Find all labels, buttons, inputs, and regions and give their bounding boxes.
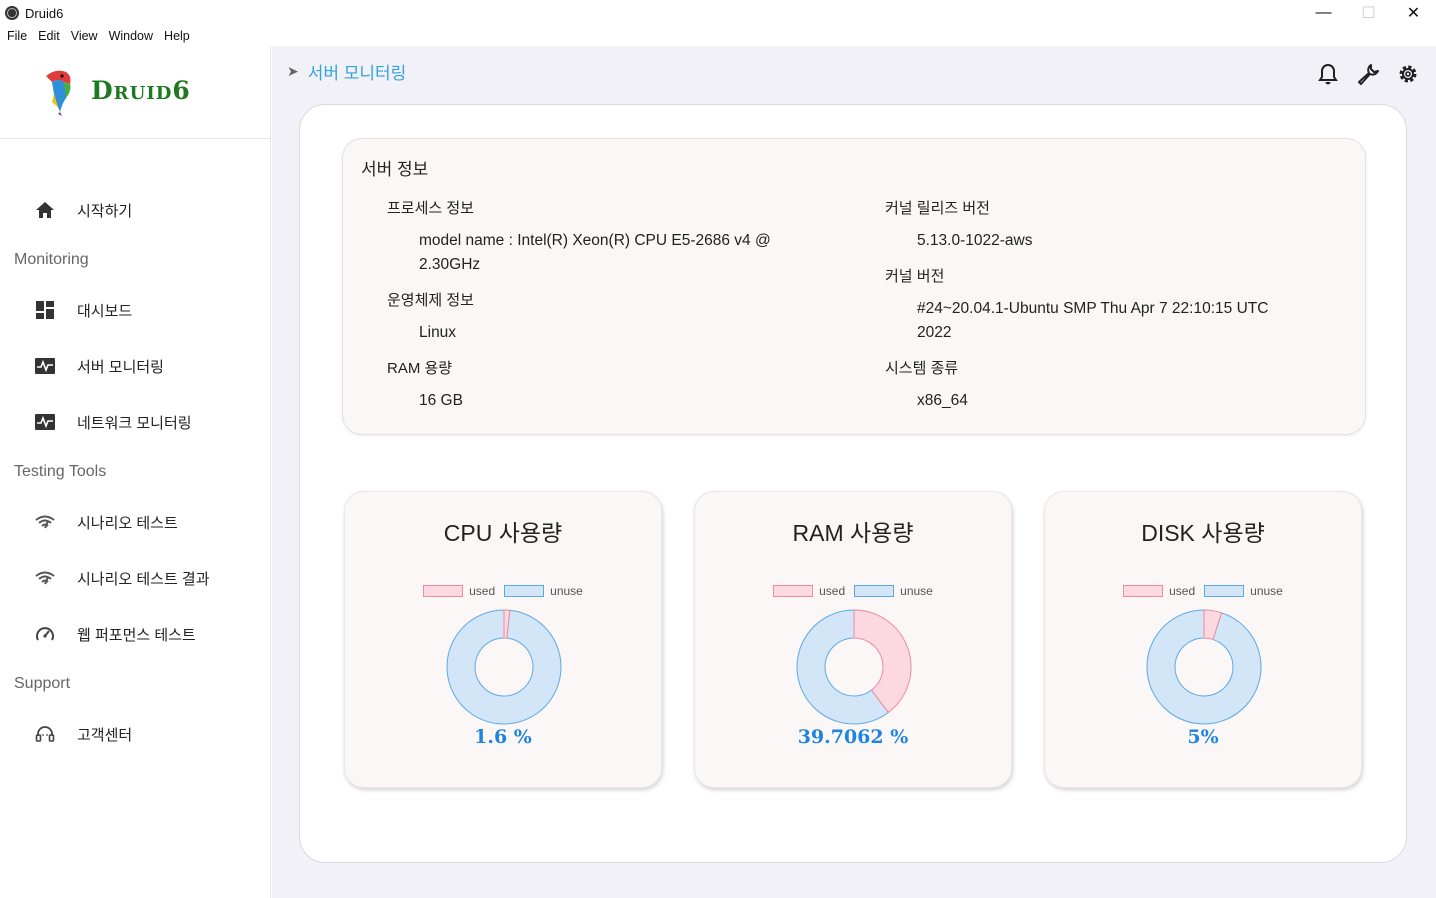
logo-text: Druid6 xyxy=(91,76,191,105)
breadcrumb: ➤ 서버 모니터링 xyxy=(287,59,406,84)
kernel-version-value-line1: #24~20.04.1-Ubuntu SMP Thu Apr 7 22:10:1… xyxy=(917,300,1269,317)
ram-capacity-label: RAM 용량 xyxy=(387,360,453,377)
sidebar-item-label: 시작하기 xyxy=(77,202,133,220)
legend-unuse-label: unuse xyxy=(900,584,933,598)
legend-unuse-label: unuse xyxy=(1250,584,1283,598)
server-info-title: 서버 정보 xyxy=(361,160,429,179)
menu-window[interactable]: Window xyxy=(109,29,153,43)
sidebar-item-scenario-result[interactable]: 시나리오 테스트 결과 xyxy=(0,558,270,598)
system-type-label: 시스템 종류 xyxy=(885,360,959,377)
disk-donut-chart xyxy=(1146,609,1262,725)
legend-unuse-swatch[interactable] xyxy=(854,585,895,597)
kernel-release-label: 커널 릴리즈 버전 xyxy=(885,200,990,217)
ram-donut-chart xyxy=(796,609,912,725)
wifi-icon xyxy=(34,567,56,589)
kernel-release-value: 5.13.0-1022-aws xyxy=(917,232,1033,249)
chart-legend: used unuse xyxy=(345,584,661,598)
gauge-title: CPU 사용량 xyxy=(443,520,563,546)
sidebar-item-label: 고객센터 xyxy=(77,726,133,744)
home-icon xyxy=(34,199,56,221)
sidebar: Druid6 시작하기 Monitoring 대시보드 서버 모니터링 네트워크… xyxy=(0,46,271,898)
menu-view[interactable]: View xyxy=(71,29,98,43)
process-info-value-line2: 2.30GHz xyxy=(419,256,481,273)
cpu-donut-chart xyxy=(446,609,562,725)
window-title: Druid6 xyxy=(25,5,64,21)
process-info-value-line1: model name : Intel(R) Xeon(R) CPU E5-268… xyxy=(419,232,771,249)
legend-unuse-swatch[interactable] xyxy=(1204,585,1245,597)
system-type-value: x86_64 xyxy=(917,392,968,409)
gauge-value: 39.7062 % xyxy=(797,726,909,748)
section-support: Support xyxy=(14,675,71,692)
gauge-value: 5% xyxy=(1187,726,1219,748)
app-icon xyxy=(5,6,19,20)
sidebar-item-dashboard[interactable]: 대시보드 xyxy=(0,290,270,330)
header-toolbar xyxy=(1316,62,1420,86)
sidebar-item-start[interactable]: 시작하기 xyxy=(0,190,270,230)
sidebar-item-label: 시나리오 테스트 xyxy=(77,514,178,532)
logo[interactable]: Druid6 xyxy=(0,46,270,139)
legend-used-swatch[interactable] xyxy=(423,585,464,597)
sidebar-item-customer-center[interactable]: 고객센터 xyxy=(0,714,270,754)
legend-used-label: used xyxy=(1169,584,1196,598)
gauge-title: DISK 사용량 xyxy=(1141,520,1265,546)
server-info-card: 서버 정보 프로세스 정보 model name : Intel(R) Xeon… xyxy=(342,138,1366,435)
sidebar-item-label: 대시보드 xyxy=(77,302,133,320)
pulse-icon xyxy=(34,411,56,433)
gear-icon[interactable] xyxy=(1396,62,1420,86)
menu-help[interactable]: Help xyxy=(164,29,190,43)
disk-usage-card: DISK 사용량 used unuse 5% xyxy=(1044,491,1362,788)
legend-used-label: used xyxy=(469,584,496,598)
os-info-value: Linux xyxy=(419,324,457,341)
ram-usage-card: RAM 사용량 used unuse 39.7062 % xyxy=(694,491,1012,788)
headset-icon xyxy=(34,723,56,745)
legend-used-swatch[interactable] xyxy=(773,585,814,597)
minimize-button[interactable]: — xyxy=(1301,0,1346,26)
parrot-logo-icon xyxy=(46,70,71,116)
breadcrumb-label: 서버 모니터링 xyxy=(307,64,407,83)
sidebar-item-label: 네트워크 모니터링 xyxy=(77,414,192,432)
pulse-icon xyxy=(34,355,56,377)
menu-edit[interactable]: Edit xyxy=(38,29,60,43)
wrench-icon[interactable] xyxy=(1356,62,1380,86)
bell-icon[interactable] xyxy=(1316,62,1340,86)
cpu-usage-card: CPU 사용량 used unuse 1.6 % xyxy=(344,491,662,788)
sidebar-item-web-performance[interactable]: 웹 퍼포먼스 테스트 xyxy=(0,614,270,654)
legend-used-label: used xyxy=(819,584,846,598)
title-bar: Druid6 — ☐ ✕ xyxy=(0,0,1436,26)
sidebar-item-label: 시나리오 테스트 결과 xyxy=(77,570,210,588)
section-monitoring: Monitoring xyxy=(14,251,89,268)
chart-legend: used unuse xyxy=(695,584,1011,598)
kernel-version-label: 커널 버전 xyxy=(885,268,945,285)
os-info-label: 운영체제 정보 xyxy=(387,292,474,309)
kernel-version-value-line2: 2022 xyxy=(917,324,952,341)
sidebar-item-server-monitoring[interactable]: 서버 모니터링 xyxy=(0,346,270,386)
legend-used-swatch[interactable] xyxy=(1123,585,1164,597)
wifi-icon xyxy=(34,511,56,533)
process-info-label: 프로세스 정보 xyxy=(387,200,474,217)
speedometer-icon xyxy=(34,623,56,645)
legend-unuse-swatch[interactable] xyxy=(504,585,545,597)
ram-capacity-value: 16 GB xyxy=(419,392,463,409)
content-panel: 서버 정보 프로세스 정보 model name : Intel(R) Xeon… xyxy=(299,104,1407,863)
section-testing-tools: Testing Tools xyxy=(14,463,107,480)
sidebar-item-label: 서버 모니터링 xyxy=(77,358,164,376)
sidebar-item-label: 웹 퍼포먼스 테스트 xyxy=(77,626,196,644)
chart-legend: used unuse xyxy=(1045,584,1361,598)
menu-bar: File Edit View Window Help xyxy=(0,26,194,46)
legend-unuse-label: unuse xyxy=(550,584,583,598)
gauge-title: RAM 사용량 xyxy=(792,520,914,546)
menu-file[interactable]: File xyxy=(7,29,27,43)
send-arrow-icon: ➤ xyxy=(287,63,299,79)
close-button[interactable]: ✕ xyxy=(1391,0,1436,26)
main-content: ➤ 서버 모니터링 서버 정보 프로세스 정보 model name : Int… xyxy=(272,46,1436,898)
gauge-value: 1.6 % xyxy=(474,726,532,748)
dashboard-icon xyxy=(34,299,56,321)
sidebar-item-scenario-test[interactable]: 시나리오 테스트 xyxy=(0,502,270,542)
maximize-button[interactable]: ☐ xyxy=(1346,0,1391,26)
sidebar-item-network-monitoring[interactable]: 네트워크 모니터링 xyxy=(0,402,270,442)
